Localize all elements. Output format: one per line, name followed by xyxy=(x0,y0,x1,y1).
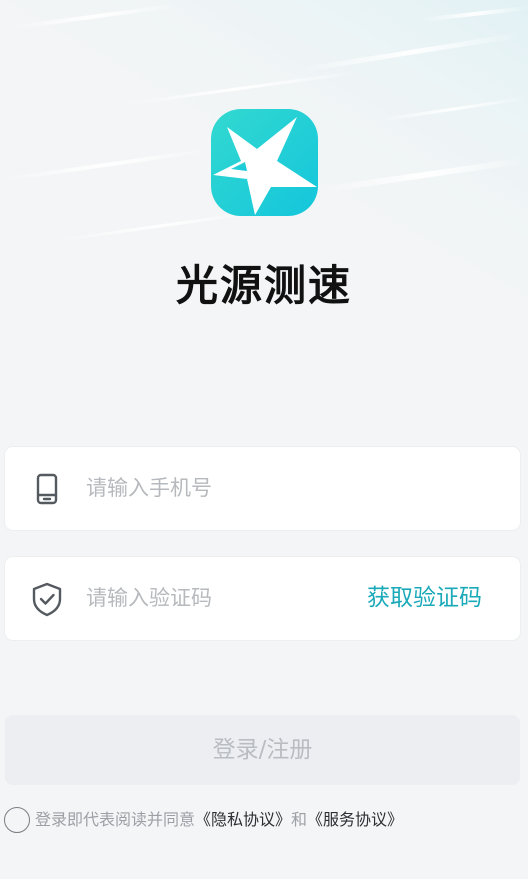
phone-field[interactable]: 请输入手机号 xyxy=(5,447,520,530)
agreement-prefix: 登录即代表阅读并同意 xyxy=(35,810,196,829)
phone-icon xyxy=(36,473,58,505)
service-agreement-link[interactable]: 《服务协议》 xyxy=(307,810,403,829)
get-code-button[interactable]: 获取验证码 xyxy=(367,557,482,640)
starburst-logo-icon xyxy=(211,109,318,216)
agree-radio[interactable] xyxy=(4,807,30,833)
verification-code-field[interactable]: 请输入验证码 获取验证码 xyxy=(5,557,520,640)
shield-check-icon xyxy=(32,582,62,617)
agreement-text: 登录即代表阅读并同意《隐私协议》和《服务协议》 xyxy=(35,806,403,834)
privacy-agreement-link[interactable]: 《隐私协议》 xyxy=(195,810,291,829)
code-input-placeholder: 请输入验证码 xyxy=(86,586,212,610)
app-title: 光源测速 xyxy=(175,261,352,310)
login-register-button[interactable]: 登录/注册 xyxy=(5,715,520,785)
agreement-conjunction: 和 xyxy=(291,810,308,829)
phone-input-placeholder: 请输入手机号 xyxy=(86,476,212,500)
